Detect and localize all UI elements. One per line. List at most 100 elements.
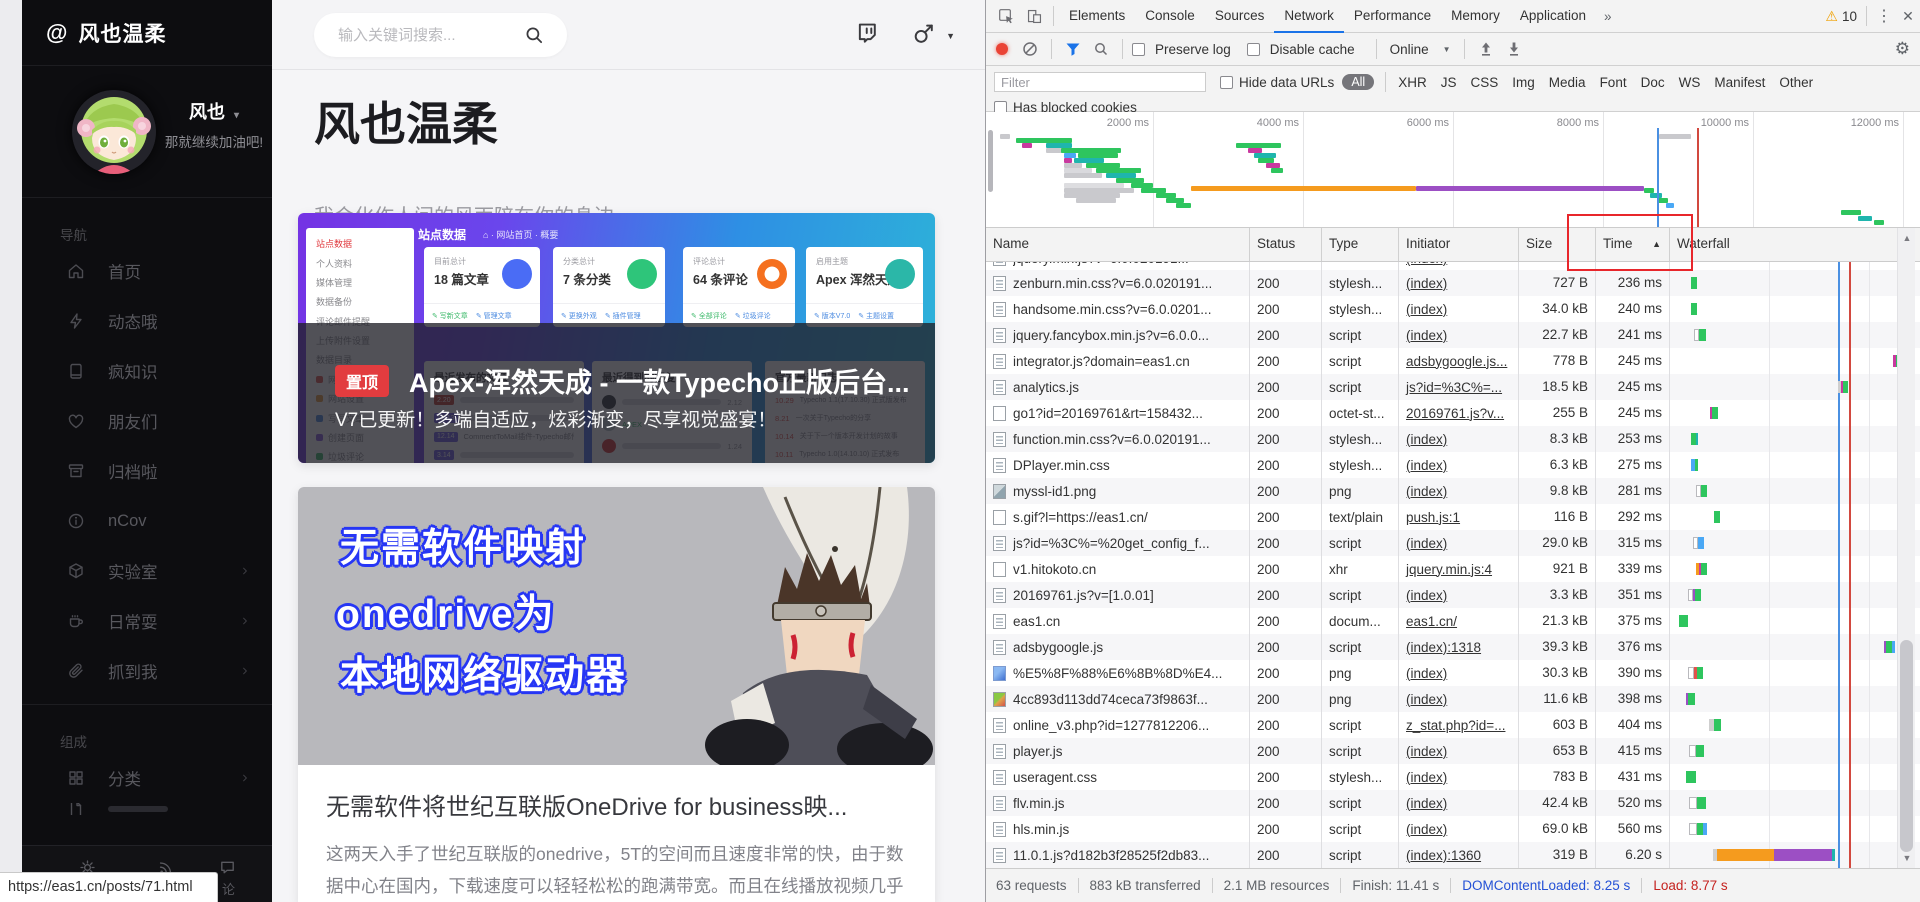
username[interactable]: 风也 ▾ [164,98,264,124]
tab-elements[interactable]: Elements [1059,0,1135,33]
filter-type-img[interactable]: Img [1512,75,1535,90]
column-header-status[interactable]: Status [1250,228,1322,261]
stat-link[interactable]: ✎ 更换外观 [561,311,597,321]
filter-type-font[interactable]: Font [1600,75,1627,90]
column-header-type[interactable]: Type [1322,228,1399,261]
network-overview-timeline[interactable]: 2000 ms 4000 ms 6000 ms 8000 ms 10000 ms 1200… [986,112,1920,228]
gender-male-icon[interactable] [911,20,937,46]
twitch-icon[interactable] [854,20,880,46]
column-header-waterfall[interactable]: Waterfall [1670,228,1920,261]
filter-type-other[interactable]: Other [1779,75,1813,90]
tab-network[interactable]: Network [1274,0,1344,33]
clear-icon[interactable] [1018,38,1042,60]
initiator-link[interactable]: (index) [1406,271,1447,296]
record-button[interactable] [996,43,1008,55]
table-row[interactable]: 11.0.1.js?d182b3f28525f2db83... 200 script… [986,842,1920,868]
table-row[interactable]: go1?id=20169761&rt=158432... 200 octet-st.… [986,400,1920,426]
tab-memory[interactable]: Memory [1441,0,1510,33]
search-icon[interactable] [1089,38,1113,60]
initiator-link[interactable]: (index) [1406,765,1447,790]
tab-console[interactable]: Console [1135,0,1205,33]
initiator-link[interactable]: (index) [1406,583,1447,608]
stat-link[interactable]: ✎ 全部评论 [691,311,727,321]
initiator-link[interactable]: jquery.min.js:4 [1406,557,1492,582]
filter-all-pill[interactable]: All [1342,74,1375,90]
table-row[interactable]: DPlayer.min.css 200 stylesh... (index) 6.3 k… [986,452,1920,478]
more-tabs-button[interactable]: » [1596,9,1620,24]
initiator-link[interactable]: (index) [1406,531,1447,556]
stat-link[interactable]: ✎ 主题设置 [858,311,894,321]
avatar[interactable] [72,90,156,174]
column-header-name[interactable]: Name [986,228,1250,261]
post-card[interactable]: 无需软件映射 onedrive为 本地网络驱动器 无需软件将世纪互联版OneDr… [298,487,935,902]
search-icon[interactable] [523,24,545,46]
sidebar-item-实验室[interactable]: 实验室 [22,546,272,596]
table-row[interactable]: handsome.min.css?v=6.0.0201... 200 stylesh… [986,296,1920,322]
stat-link[interactable]: ✎ 写新文章 [432,311,468,321]
filter-input[interactable] [994,72,1206,92]
devtools-close-icon[interactable]: ✕ [1896,8,1920,25]
disable-cache-checkbox[interactable] [1246,42,1260,56]
table-row[interactable]: player.js 200 script (index) 653 B 415 ms [986,738,1920,764]
sidebar-item-疯知识[interactable]: 疯知识 [22,346,272,396]
import-har-icon[interactable] [1474,38,1498,60]
comment-icon[interactable] [218,858,237,877]
table-row[interactable]: myssl-id1.png 200 png (index) 9.8 kB 281 ms [986,478,1920,504]
sidebar-item-nCov[interactable]: nCov [22,496,272,546]
filter-type-doc[interactable]: Doc [1641,75,1665,90]
initiator-link[interactable]: (index) [1406,739,1447,764]
initiator-link[interactable]: (index) [1406,791,1447,816]
export-har-icon[interactable] [1502,38,1526,60]
sidebar-item-首页[interactable]: 首页 [22,246,272,296]
table-row[interactable]: hls.min.js 200 script (index) 69.0 kB 560 ms [986,816,1920,842]
stat-link[interactable]: ✎ 垃圾评论 [735,311,771,321]
initiator-link[interactable]: (index) [1406,687,1447,712]
initiator-link[interactable]: z_stat.php?id=... [1406,713,1505,738]
initiator-link[interactable]: (index):1318 [1406,635,1481,660]
sidebar-item-动态哦[interactable]: 动态哦 [22,296,272,346]
scroll-up-icon[interactable]: ▲ [1898,233,1916,243]
table-row[interactable]: integrator.js?domain=eas1.cn 200 script ads… [986,348,1920,374]
table-row[interactable]: eas1.cn 200 docum... eas1.cn/21.3 kB 375 ms [986,608,1920,634]
scrollbar-thumb[interactable] [1900,640,1913,852]
table-row[interactable]: useragent.css 200 stylesh... (index) 783 B 43… [986,764,1920,790]
filter-type-xhr[interactable]: XHR [1398,75,1427,90]
table-row[interactable]: flv.min.js 200 script (index) 42.4 kB 520 ms [986,790,1920,816]
hide-data-urls-checkbox[interactable] [1220,75,1233,89]
scroll-down-icon[interactable]: ▼ [1898,853,1916,863]
caret-down-icon[interactable]: ▼ [946,31,955,41]
tab-sources[interactable]: Sources [1205,0,1275,33]
site-logo[interactable]: @ 风也温柔 [22,0,272,66]
sidebar-item-归档啦[interactable]: 归档啦 [22,446,272,496]
initiator-link[interactable]: (index) [1406,817,1447,842]
stat-link[interactable]: ✎ 插件管理 [605,311,641,321]
initiator-link[interactable]: (index) [1406,262,1447,270]
device-toolbar-icon[interactable] [1020,4,1048,28]
table-row[interactable]: 20169761.js?v=[1.0.01] 200 script (index) 3.… [986,582,1920,608]
table-row[interactable]: zenburn.min.css?v=6.0.020191... 200 styles… [986,270,1920,296]
sidebar-item-分类[interactable]: 分类 [22,753,272,803]
table-row[interactable]: jquery.fancybox.min.js?v=6.0.0... 200 scri… [986,322,1920,348]
table-row[interactable]: 4cc893d113dd74ceca73f9863f... 200 png (inde… [986,686,1920,712]
featured-post-title[interactable]: Apex-浑然天成 - 一款Typecho正版后台... [409,361,910,400]
table-row[interactable]: js?id=%3C%=%20get_config_f... 200 script (i… [986,530,1920,556]
initiator-link[interactable]: adsbygoogle.js... [1406,349,1507,374]
sidebar-item-抓到我[interactable]: 抓到我 [22,646,272,696]
table-row[interactable]: online_v3.php?id=1277812206... 200 script z… [986,712,1920,738]
table-row[interactable]: %E5%8F%88%E6%8B%8D%E4... 200 png (index) 30.… [986,660,1920,686]
preserve-log-checkbox[interactable] [1132,42,1145,56]
featured-post-card[interactable]: 站点数据 ⌂ · 网站首页 · 概要 站点数据 个人资料 媒体管理 数据备份 评论邮件提… [298,213,935,463]
initiator-link[interactable]: eas1.cn/ [1406,609,1457,634]
column-header-size[interactable]: Size [1519,228,1596,261]
filter-icon[interactable] [1061,38,1085,60]
network-table[interactable]: jquery.min.js?v=6.0.020191...(index)zenb… [986,262,1920,868]
initiator-link[interactable]: js?id=%3C%=... [1406,375,1502,400]
column-header-time[interactable]: Time ▲ [1596,228,1670,261]
tab-performance[interactable]: Performance [1344,0,1441,33]
throttling-select[interactable]: Online ▼ [1390,42,1451,57]
table-row[interactable]: analytics.js 200 script js?id=%3C%=... 18.5 … [986,374,1920,400]
filter-type-js[interactable]: JS [1441,75,1457,90]
initiator-link[interactable]: (index) [1406,479,1447,504]
warnings-badge[interactable]: ⚠ 10 [1825,8,1861,25]
inspect-element-icon[interactable] [992,4,1020,28]
